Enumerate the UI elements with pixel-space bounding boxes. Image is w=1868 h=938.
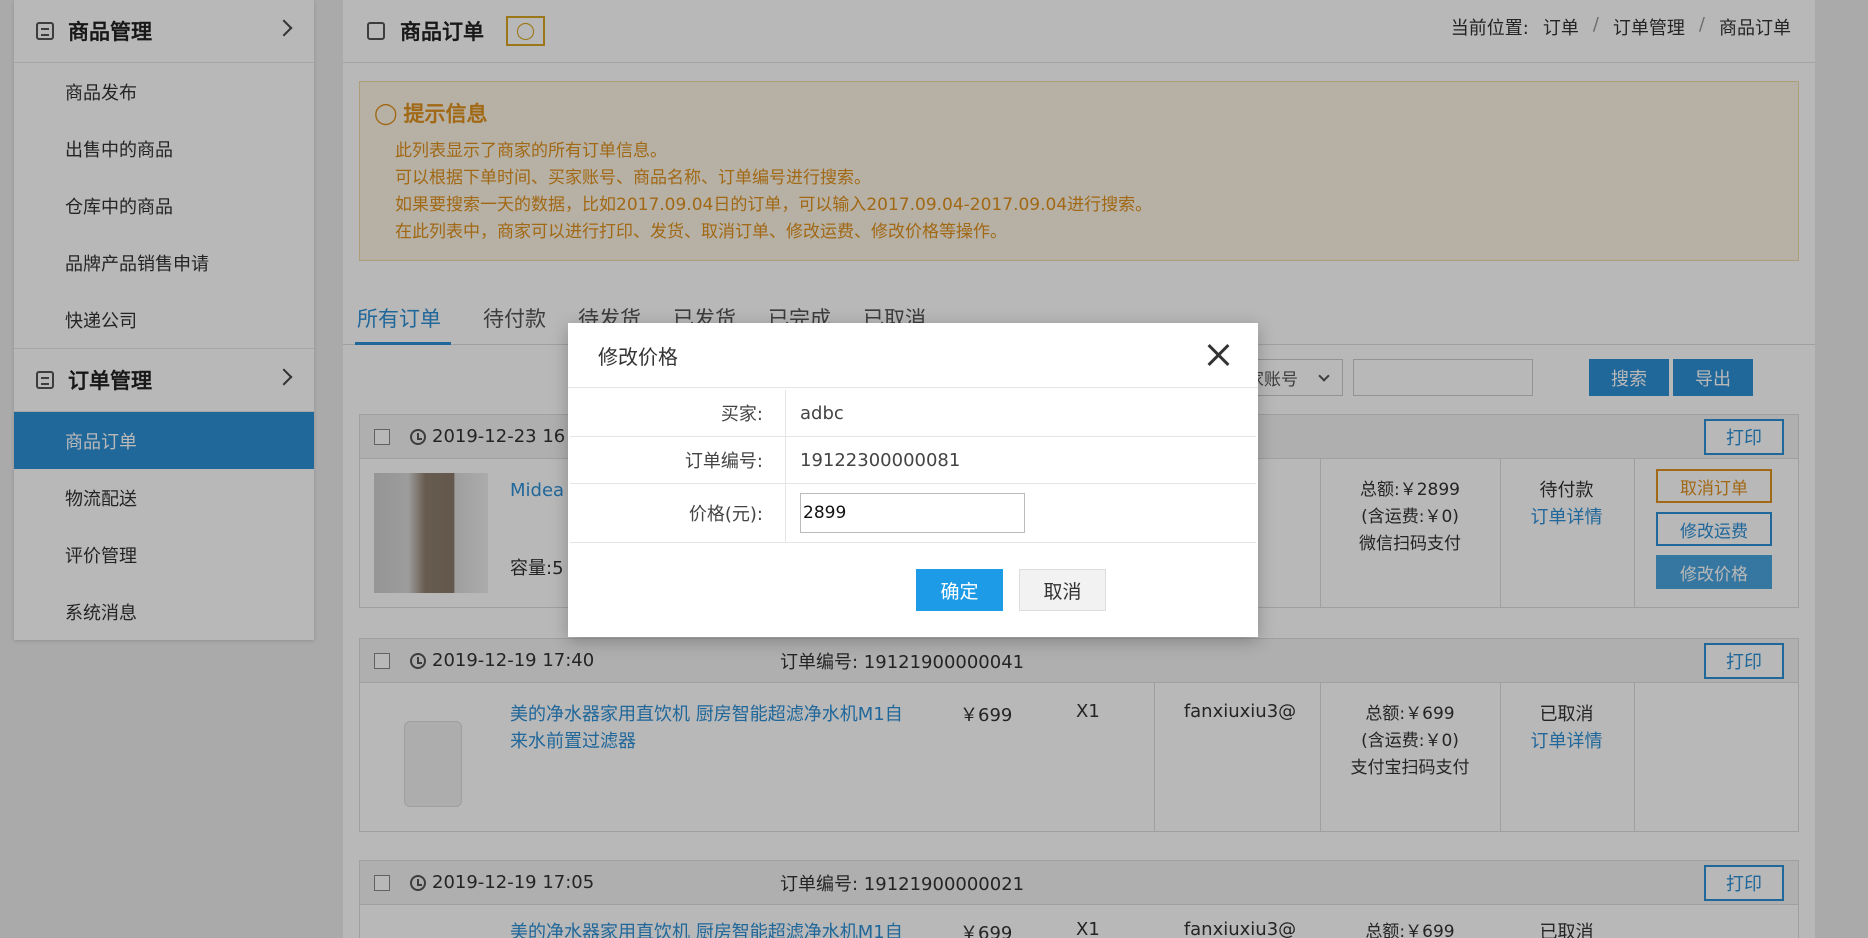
order-number-row: 订单编号: 19122300000081 — [570, 437, 1256, 484]
order-number-value: 19122300000081 — [800, 449, 961, 471]
confirm-button[interactable]: 确定 — [916, 569, 1003, 611]
price-row: 价格(元): — [570, 484, 1256, 543]
close-icon[interactable] — [1206, 343, 1230, 367]
price-label: 价格(元): — [570, 484, 786, 542]
buyer-row: 买家: adbc — [570, 390, 1256, 437]
dialog-actions: 确定 取消 — [916, 569, 1106, 611]
dialog-header: 修改价格 — [568, 323, 1258, 388]
order-number-label: 订单编号: — [570, 437, 786, 483]
dialog-title: 修改价格 — [598, 344, 678, 369]
buyer-value: adbc — [800, 402, 844, 424]
buyer-label: 买家: — [570, 390, 786, 436]
modify-price-dialog: 修改价格 买家: adbc 订单编号: 19122300000081 价格(元)… — [568, 323, 1258, 637]
price-input[interactable] — [800, 493, 1025, 533]
cancel-button[interactable]: 取消 — [1019, 569, 1106, 611]
